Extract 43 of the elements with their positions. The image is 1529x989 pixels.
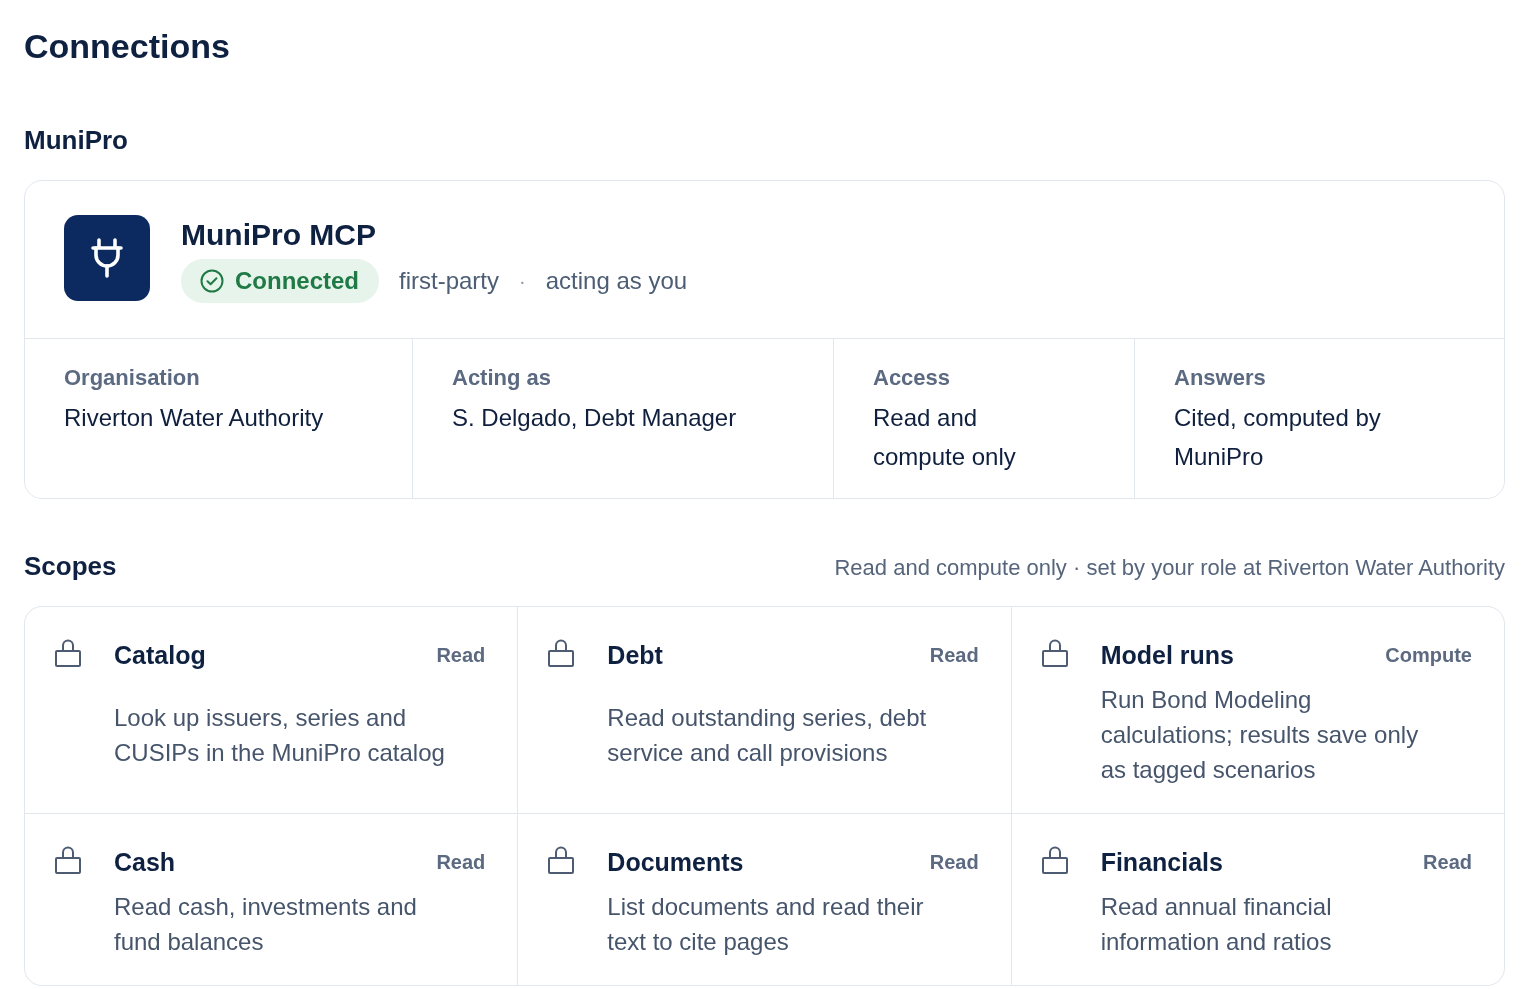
lock-icon bbox=[548, 639, 575, 667]
scope-name: Debt bbox=[607, 640, 664, 671]
access-level: Read bbox=[436, 850, 486, 875]
detail-value: Read and compute only bbox=[873, 403, 1017, 472]
scope-name: Documents bbox=[607, 847, 745, 878]
access-level: Read bbox=[436, 643, 486, 668]
scope-description: Read annual financial information and ratios bbox=[1100, 892, 1333, 957]
check-circle-icon bbox=[200, 269, 224, 293]
lock-icon bbox=[55, 846, 81, 874]
scope-name: Financials bbox=[1100, 847, 1224, 878]
access-level: Read bbox=[929, 643, 979, 668]
section-title: MuniPro bbox=[24, 124, 129, 156]
detail-label: Acting as bbox=[452, 364, 552, 392]
scope-name: Catalog bbox=[114, 640, 207, 671]
scope-description: Run Bond Modeling calculations; results save only as tagged scenarios bbox=[1100, 685, 1420, 785]
lock-icon bbox=[1041, 639, 1068, 667]
connection-name: MuniPro MCP bbox=[181, 217, 377, 253]
lock-icon bbox=[548, 846, 575, 874]
detail-label: Access bbox=[873, 364, 951, 392]
scope-name: Model runs bbox=[1100, 640, 1235, 671]
access-level: Read bbox=[929, 850, 979, 875]
connection-origin: first-party bbox=[399, 266, 500, 296]
connection-mode: acting as you bbox=[545, 266, 688, 296]
plug-icon bbox=[64, 215, 150, 301]
separator-dot: · bbox=[519, 269, 526, 294]
scope-description: List documents and read their text to cite pages bbox=[607, 892, 925, 957]
detail-value: Cited, computed by MuniPro bbox=[1174, 403, 1382, 472]
detail-label: Answers bbox=[1174, 364, 1266, 392]
scopes-title: Scopes bbox=[24, 550, 117, 582]
page-title: Connections bbox=[24, 26, 231, 66]
scope-description: Read outstanding series, debt service and call provisions bbox=[607, 702, 928, 768]
status-label: Connected bbox=[235, 266, 359, 296]
lock-icon bbox=[55, 639, 81, 667]
lock-icon bbox=[1041, 846, 1068, 874]
detail-value: Riverton Water Authority bbox=[64, 403, 324, 433]
scopes-note: Read and compute only · set by your role at Riverton Water Authority bbox=[834, 554, 1505, 582]
scope-description: Read cash, investments and fund balances bbox=[114, 892, 418, 957]
access-level: Read bbox=[1423, 850, 1472, 875]
scope-name: Cash bbox=[114, 847, 177, 878]
scope-description: Look up issuers, series and CUSIPs in the MuniPro catalog bbox=[114, 702, 446, 768]
detail-value: S. Delgado, Debt Manager bbox=[452, 403, 737, 433]
detail-label: Organisation bbox=[64, 364, 200, 392]
access-level: Compute bbox=[1385, 643, 1472, 668]
